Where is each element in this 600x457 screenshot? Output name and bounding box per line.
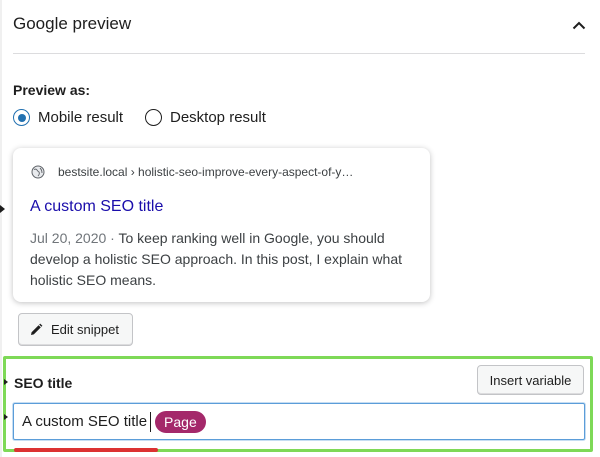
snippet-title-link[interactable]: A custom SEO title bbox=[30, 198, 163, 216]
text-cursor bbox=[150, 411, 152, 432]
edit-snippet-label: Edit snippet bbox=[51, 322, 119, 337]
snippet-url: bestsite.local › holistic-seo-improve-ev… bbox=[58, 165, 354, 179]
side-marker-icon bbox=[4, 414, 8, 420]
google-preview-panel: Google preview Preview as: Mobile result… bbox=[0, 0, 600, 457]
seo-title-input[interactable]: A custom SEO title Page bbox=[13, 403, 585, 440]
radio-label-desktop: Desktop result bbox=[170, 109, 266, 126]
radio-button-checked[interactable] bbox=[13, 109, 30, 126]
globe-icon bbox=[31, 165, 45, 179]
insert-variable-button[interactable]: Insert variable bbox=[477, 365, 584, 395]
panel-title: Google preview bbox=[13, 14, 132, 33]
edit-snippet-button[interactable]: Edit snippet bbox=[18, 313, 133, 346]
search-result-snippet: bestsite.local › holistic-seo-improve-ev… bbox=[13, 148, 430, 302]
variable-pill-page[interactable]: Page bbox=[155, 410, 206, 433]
seo-title-label: SEO title bbox=[14, 375, 73, 391]
radio-desktop-result[interactable]: Desktop result bbox=[145, 109, 266, 126]
divider bbox=[13, 53, 585, 54]
radio-label-mobile: Mobile result bbox=[38, 109, 124, 126]
snippet-separator: · bbox=[106, 230, 119, 246]
left-edge bbox=[0, 0, 2, 457]
radio-mobile-result[interactable]: Mobile result bbox=[13, 109, 123, 126]
pencil-icon bbox=[29, 323, 43, 337]
radio-button-unchecked[interactable] bbox=[145, 109, 162, 126]
side-marker-icon bbox=[4, 379, 8, 385]
snippet-description: Jul 20, 2020 · To keep ranking well in G… bbox=[30, 228, 410, 291]
side-marker-icon bbox=[0, 205, 5, 213]
seo-title-length-progress bbox=[14, 448, 158, 452]
snippet-url-row: bestsite.local › holistic-seo-improve-ev… bbox=[31, 165, 353, 179]
snippet-date: Jul 20, 2020 bbox=[30, 230, 107, 246]
chevron-up-icon bbox=[572, 21, 586, 30]
seo-title-text: A custom SEO title bbox=[22, 413, 148, 430]
collapse-button[interactable] bbox=[566, 12, 592, 38]
preview-as-label: Preview as: bbox=[13, 82, 91, 98]
